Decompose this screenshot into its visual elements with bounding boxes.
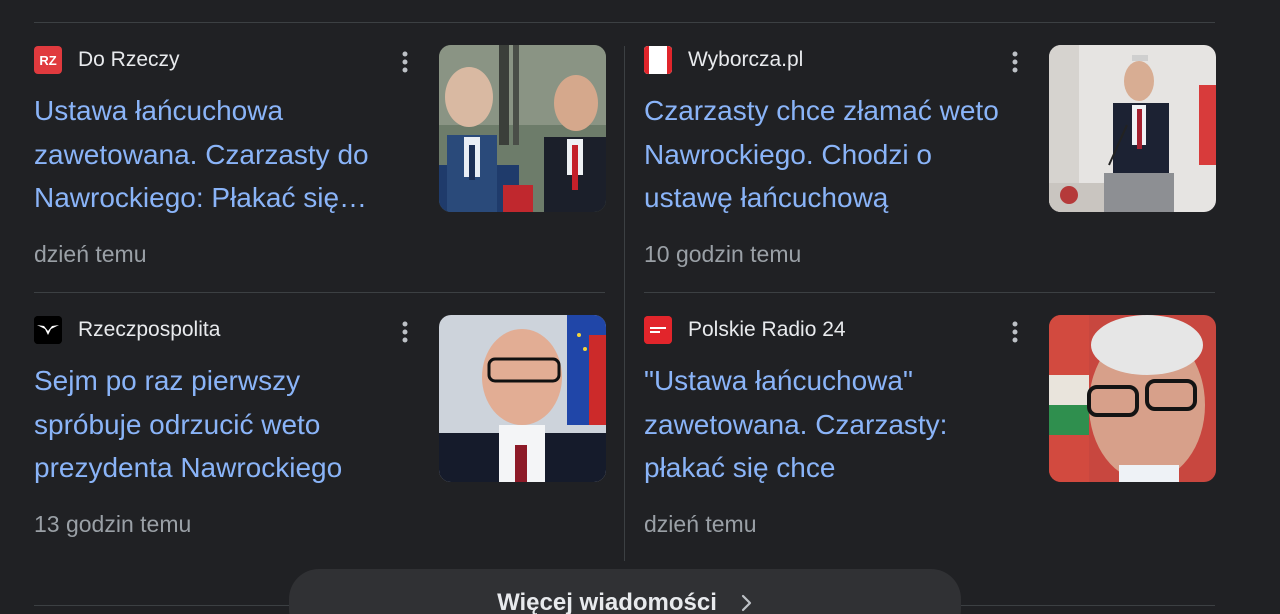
wyborcza-favicon-icon <box>644 46 672 74</box>
headline-link[interactable]: "Ustawa łańcuchowa" zawetowana. Czarzast… <box>644 359 1014 490</box>
source-name[interactable]: Do Rzeczy <box>78 48 180 72</box>
news-card[interactable]: RZ Do Rzeczy Ustawa łańcuchowa zawetowan… <box>34 45 606 285</box>
source-name[interactable]: Wyborcza.pl <box>688 48 803 72</box>
more-options-button[interactable] <box>1000 47 1030 77</box>
more-news-content: Więcej wiadomości <box>497 589 753 614</box>
source-row: RZ Do Rzeczy <box>34 45 180 75</box>
more-vert-icon <box>1012 51 1018 73</box>
more-vert-icon <box>402 51 408 73</box>
eagle-logo-icon <box>34 316 62 344</box>
source-name[interactable]: Rzeczpospolita <box>78 318 220 342</box>
more-options-button[interactable] <box>390 47 420 77</box>
chevron-right-icon <box>741 594 753 612</box>
source-name[interactable]: Polskie Radio 24 <box>688 318 846 342</box>
timestamp: 13 godzin temu <box>34 511 192 537</box>
more-vert-icon <box>1012 321 1018 343</box>
polskie-radio-logo-icon <box>644 316 672 344</box>
more-news-button[interactable]: Więcej wiadomości <box>289 569 961 614</box>
favicon-text: RZ <box>39 52 57 68</box>
thumbnail-image <box>439 315 606 482</box>
rzeczpospolita-favicon-icon <box>34 316 62 344</box>
row-divider-left <box>34 292 605 293</box>
headline-link[interactable]: Ustawa łańcuchowa zawetowana. Czarzasty … <box>34 89 404 220</box>
source-row: Polskie Radio 24 <box>644 315 846 345</box>
row-divider-right <box>644 292 1215 293</box>
more-options-button[interactable] <box>1000 317 1030 347</box>
polskie-radio-favicon-icon <box>644 316 672 344</box>
wyborcza-logo-icon <box>644 46 672 74</box>
source-row: Wyborcza.pl <box>644 45 803 75</box>
timestamp: dzień temu <box>644 511 757 537</box>
source-row: Rzeczpospolita <box>34 315 220 345</box>
article-thumbnail[interactable] <box>1049 45 1216 212</box>
news-card[interactable]: Wyborcza.pl Czarzasty chce złamać weto N… <box>644 45 1216 285</box>
thumbnail-image <box>1049 45 1216 212</box>
news-card[interactable]: Polskie Radio 24 "Ustawa łańcuchowa" zaw… <box>644 315 1216 555</box>
do-rzeczy-favicon-icon: RZ <box>34 46 62 74</box>
timestamp: dzień temu <box>34 241 147 267</box>
thumbnail-image <box>439 45 606 212</box>
thumbnail-image <box>1049 315 1216 482</box>
news-card[interactable]: Rzeczpospolita Sejm po raz pierwszy spró… <box>34 315 606 555</box>
article-thumbnail[interactable] <box>439 315 606 482</box>
top-divider <box>34 22 1215 23</box>
more-news-label: Więcej wiadomości <box>497 589 717 614</box>
news-panel: RZ Do Rzeczy Ustawa łańcuchowa zawetowan… <box>0 0 1280 614</box>
more-vert-icon <box>402 321 408 343</box>
timestamp: 10 godzin temu <box>644 241 802 267</box>
more-options-button[interactable] <box>390 317 420 347</box>
headline-link[interactable]: Czarzasty chce złamać weto Nawrockiego. … <box>644 89 1014 220</box>
column-divider <box>624 46 625 561</box>
headline-link[interactable]: Sejm po raz pierwszy spróbuje odrzucić w… <box>34 359 404 490</box>
article-thumbnail[interactable] <box>439 45 606 212</box>
article-thumbnail[interactable] <box>1049 315 1216 482</box>
